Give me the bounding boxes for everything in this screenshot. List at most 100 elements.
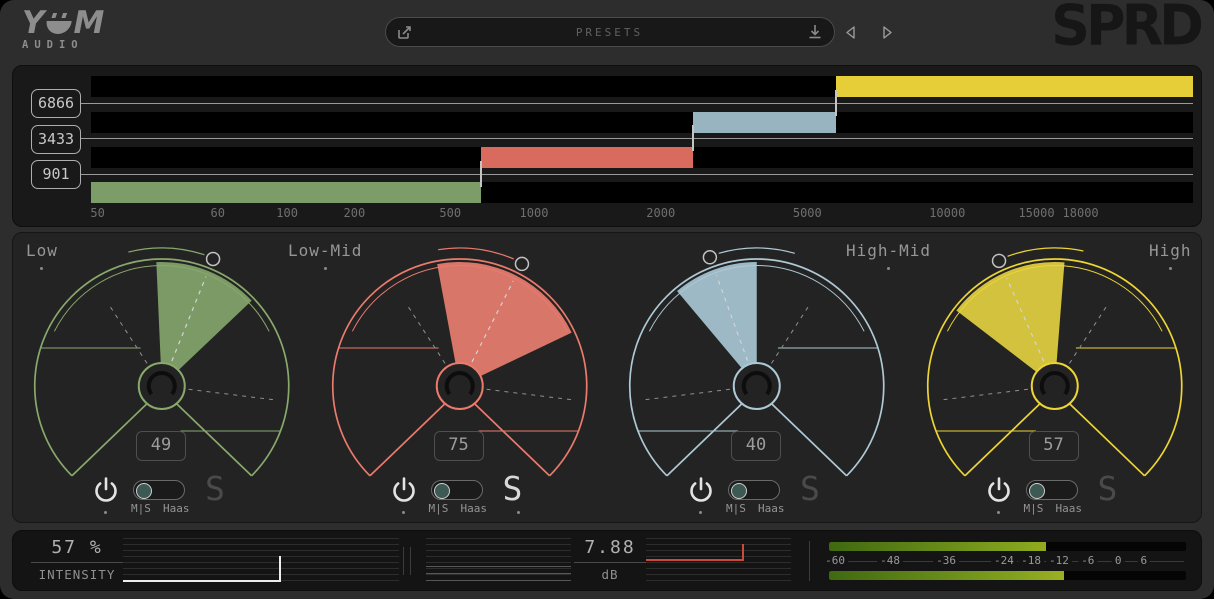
crossover-frequency-box[interactable]: 901 <box>31 160 81 189</box>
intensity-slider[interactable] <box>123 538 399 582</box>
spread-value-low-mid[interactable]: 75 <box>434 431 484 461</box>
previous-preset-button[interactable] <box>843 23 861 41</box>
solo-button[interactable]: S <box>1098 469 1118 508</box>
solo-button[interactable]: S <box>800 469 820 508</box>
intensity-value: 57 <box>51 537 77 558</box>
meter-bar-left-channel <box>829 542 1186 551</box>
gain-handle[interactable] <box>742 544 744 561</box>
meter-tick-label: 6 <box>1138 554 1151 568</box>
footer-bar: 57 % INTENSITY 7.88 dB -60-48-36-24-18-1… <box>12 530 1202 591</box>
spread-value-high[interactable]: 57 <box>1029 431 1079 461</box>
ms-label: M|S <box>1024 502 1044 515</box>
frequency-axis-label: 1000 <box>520 206 549 220</box>
frequency-axis-label: 200 <box>344 206 366 220</box>
frequency-axis-label: 100 <box>276 206 298 220</box>
solo-button[interactable]: S <box>205 469 225 508</box>
next-preset-button[interactable] <box>879 23 897 41</box>
power-icon <box>391 476 417 504</box>
crossover-handle[interactable] <box>480 161 482 187</box>
intensity-unit: % <box>90 537 103 558</box>
toggle-knob[interactable] <box>1029 483 1045 499</box>
frequency-axis-label: 5000 <box>793 206 822 220</box>
ms-label: M|S <box>429 502 449 515</box>
frequency-axis-label: 500 <box>439 206 461 220</box>
haas-label: Haas <box>461 502 488 515</box>
gain-readout: 7.88 dB <box>574 537 646 582</box>
crossover-frequency-box[interactable]: 3433 <box>31 125 81 154</box>
triangle-right-icon <box>879 24 895 41</box>
export-preset-icon[interactable] <box>397 25 412 40</box>
gain-fill-left <box>426 566 571 581</box>
logo-letter-y: Y <box>22 8 43 38</box>
power-button[interactable] <box>688 476 714 504</box>
frequency-axis-label: 60 <box>210 206 224 220</box>
output-level-meter: -60-48-36-24-18-12-606 <box>829 541 1186 581</box>
toggle-knob[interactable] <box>136 483 152 499</box>
toggle-knob[interactable] <box>731 483 747 499</box>
divider <box>31 562 123 563</box>
crossover-handle[interactable] <box>692 125 694 151</box>
spread-knobs-panel: LowLow-MidHigh-MidHigh 49 M|S Haas S 75 <box>12 232 1202 523</box>
power-button[interactable] <box>391 476 417 504</box>
ms-label: M|S <box>131 502 151 515</box>
presets-dropdown[interactable]: PRESETS <box>385 17 835 47</box>
knob-cell-low: 49 M|S Haas S <box>13 233 310 524</box>
band-range-low-mid[interactable] <box>481 147 693 168</box>
knob-cell-high: 57 M|S Haas S <box>906 233 1203 524</box>
bowl-icon <box>46 21 72 34</box>
plugin-window: Y M AUDIO PRESETS SPRD 6866 3433 901 50 60 10… <box>0 0 1214 599</box>
crossover-line <box>79 174 1193 175</box>
spread-value-high-mid[interactable]: 40 <box>731 431 781 461</box>
sprd-logo: SPRD <box>1051 0 1200 58</box>
save-preset-icon[interactable] <box>807 24 823 40</box>
crossover-line <box>79 138 1193 139</box>
power-button[interactable] <box>986 476 1012 504</box>
ms-haas-toggle[interactable] <box>1026 480 1078 500</box>
intensity-label: INTENSITY <box>31 567 123 582</box>
power-indicator-dot <box>104 511 107 514</box>
haas-label: Haas <box>1056 502 1083 515</box>
ms-haas-toggle[interactable] <box>728 480 780 500</box>
meter-tick-label: -24 <box>991 554 1017 568</box>
frequency-axis-label: 10000 <box>929 206 965 220</box>
crossover-line <box>79 103 1193 104</box>
spread-value-low[interactable]: 49 <box>136 431 186 461</box>
band-range-high[interactable] <box>836 76 1193 97</box>
frequency-axis-label: 18000 <box>1063 206 1099 220</box>
intensity-handle[interactable] <box>279 556 281 582</box>
gain-slider-left[interactable] <box>426 538 571 582</box>
power-indicator-dot <box>402 511 405 514</box>
power-icon <box>688 476 714 504</box>
header: Y M AUDIO PRESETS SPRD <box>0 0 1214 62</box>
ms-haas-toggle[interactable] <box>133 480 185 500</box>
frequency-band-display: 6866343390150601002005001000200050001000… <box>12 65 1202 227</box>
band-bar-high <box>91 76 1193 97</box>
meter-bar-right-channel <box>829 571 1186 580</box>
gain-fill-line <box>646 559 743 561</box>
band-range-low[interactable] <box>91 182 481 203</box>
crossover-handle[interactable] <box>835 90 837 116</box>
frequency-axis-label: 15000 <box>1018 206 1054 220</box>
presets-label: PRESETS <box>412 26 807 39</box>
ms-haas-toggle[interactable] <box>431 480 483 500</box>
solo-button[interactable]: S <box>503 469 523 508</box>
frequency-axis-label: 50 <box>90 206 104 220</box>
band-range-high-mid[interactable] <box>693 112 836 133</box>
power-indicator-dot <box>699 511 702 514</box>
divider <box>403 547 404 575</box>
meter-tick-label: -36 <box>933 554 959 568</box>
power-icon <box>93 476 119 504</box>
toggle-knob[interactable] <box>434 483 450 499</box>
crossover-frequency-box[interactable]: 6866 <box>31 89 81 118</box>
gain-slider-right[interactable] <box>646 538 791 582</box>
gain-value: 7.88 <box>574 537 646 558</box>
meter-tick-label: -6 <box>1078 554 1097 568</box>
triangle-left-icon <box>843 24 859 41</box>
power-icon <box>986 476 1012 504</box>
yum-audio-logo: Y M AUDIO <box>22 8 103 51</box>
solo-indicator-dot <box>517 511 520 514</box>
meter-tick-label: -60 <box>822 554 848 568</box>
power-button[interactable] <box>93 476 119 504</box>
meter-tick-label: 0 <box>1112 554 1125 568</box>
band-bar-low <box>91 182 1193 203</box>
